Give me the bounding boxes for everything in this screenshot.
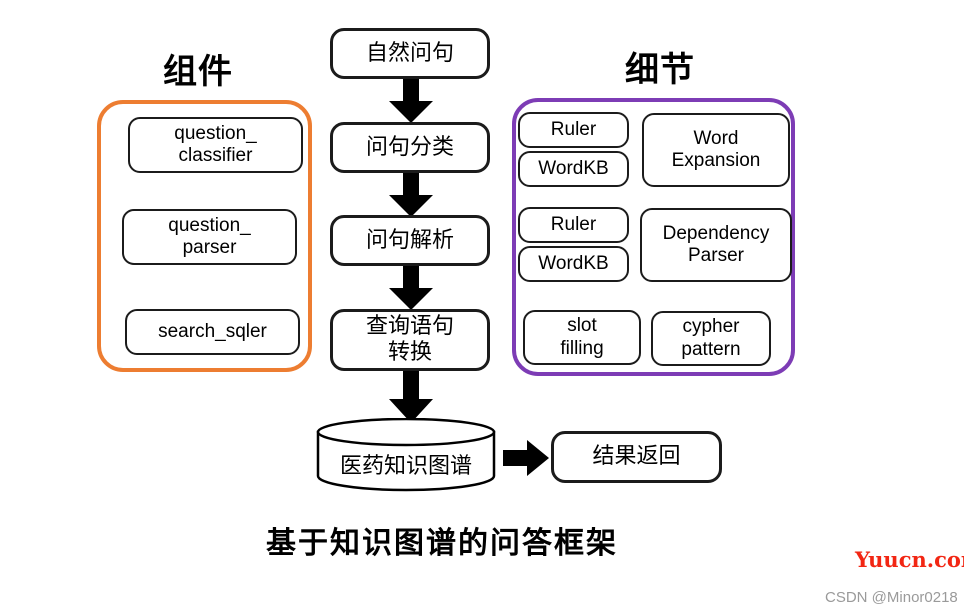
component-box-question-classifier[interactable]: question_ classifier <box>128 117 303 173</box>
pipeline-step-question-parsing[interactable]: 问句解析 <box>330 215 490 266</box>
datastore-label: 医药知识图谱 <box>339 454 472 479</box>
detail-box-word-expansion[interactable]: Word Expansion <box>642 113 790 187</box>
datastore-cylinder[interactable]: 医药知识图谱 <box>316 417 496 492</box>
detail-label: Ruler <box>550 213 597 235</box>
pipeline-step-question-classification[interactable]: 问句分类 <box>330 122 490 173</box>
figure-caption: 基于知识图谱的问答框架 <box>266 526 618 561</box>
detail-box-dependency-parser[interactable]: Dependency Parser <box>640 208 792 282</box>
detail-label: Word Expansion <box>671 127 761 171</box>
pipeline-step-natural-question[interactable]: 自然问句 <box>330 28 490 79</box>
pipeline-step-label: 查询语句 转换 <box>365 314 454 365</box>
details-section-heading: 细节 <box>625 50 695 90</box>
detail-label: WordKB <box>538 157 609 179</box>
detail-box-cypher-pattern[interactable]: cypher pattern <box>651 311 771 366</box>
arrow-down-icon <box>389 371 433 423</box>
component-box-search-sqler[interactable]: search_sqler <box>125 309 300 355</box>
detail-label: Dependency Parser <box>662 222 770 266</box>
pipeline-step-label: 自然问句 <box>365 40 454 66</box>
arrow-right-icon <box>503 440 549 476</box>
detail-box-slot-filling[interactable]: slot filling <box>523 310 641 365</box>
arrow-down-icon <box>389 266 433 310</box>
watermark-credit: CSDN @Minor0218 <box>825 589 958 606</box>
detail-box-wordkb-2[interactable]: WordKB <box>518 246 629 282</box>
component-box-question-parser[interactable]: question_ parser <box>122 209 297 265</box>
detail-label: Ruler <box>550 118 597 140</box>
detail-label: cypher pattern <box>681 316 741 360</box>
detail-box-wordkb-1[interactable]: WordKB <box>518 151 629 187</box>
arrow-down-icon <box>389 173 433 217</box>
component-label: search_sqler <box>158 320 267 342</box>
detail-label: WordKB <box>538 252 609 274</box>
component-label: question_ classifier <box>174 122 257 166</box>
detail-label: slot filling <box>560 315 604 359</box>
detail-box-ruler-2[interactable]: Ruler <box>518 207 629 243</box>
pipeline-step-label: 问句解析 <box>365 227 454 253</box>
arrow-down-icon <box>389 79 433 123</box>
components-section-heading: 组件 <box>163 52 233 92</box>
watermark-site: Yuucn.com <box>855 547 964 572</box>
pipeline-step-query-conversion[interactable]: 查询语句 转换 <box>330 309 490 371</box>
component-label: question_ parser <box>168 214 251 258</box>
detail-box-ruler-1[interactable]: Ruler <box>518 112 629 148</box>
pipeline-output-label: 结果返回 <box>592 444 681 470</box>
pipeline-output-result[interactable]: 结果返回 <box>551 431 722 483</box>
pipeline-step-label: 问句分类 <box>365 134 454 160</box>
diagram-canvas: 组件 细节 question_ classifier question_ par… <box>0 0 964 612</box>
